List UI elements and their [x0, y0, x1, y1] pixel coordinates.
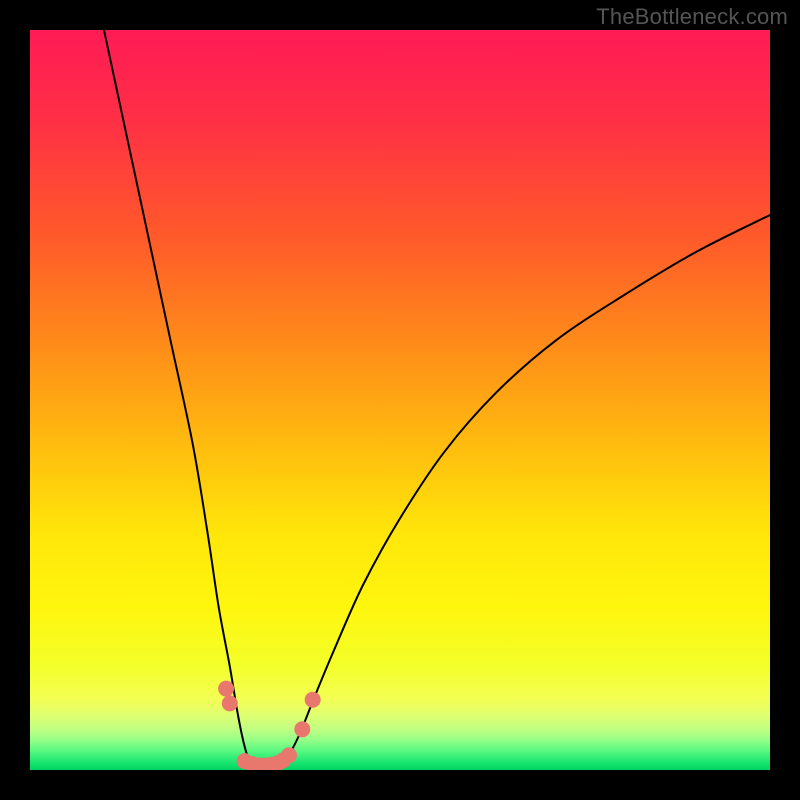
watermark-text: TheBottleneck.com	[596, 4, 788, 30]
chart-frame: TheBottleneck.com	[0, 0, 800, 800]
chart-svg	[30, 30, 770, 770]
plot-area	[30, 30, 770, 770]
marker-point	[305, 692, 321, 708]
marker-point	[218, 681, 234, 697]
marker-point	[294, 721, 310, 737]
marker-point	[281, 747, 297, 763]
marker-point	[222, 695, 238, 711]
gradient-background	[30, 30, 770, 770]
